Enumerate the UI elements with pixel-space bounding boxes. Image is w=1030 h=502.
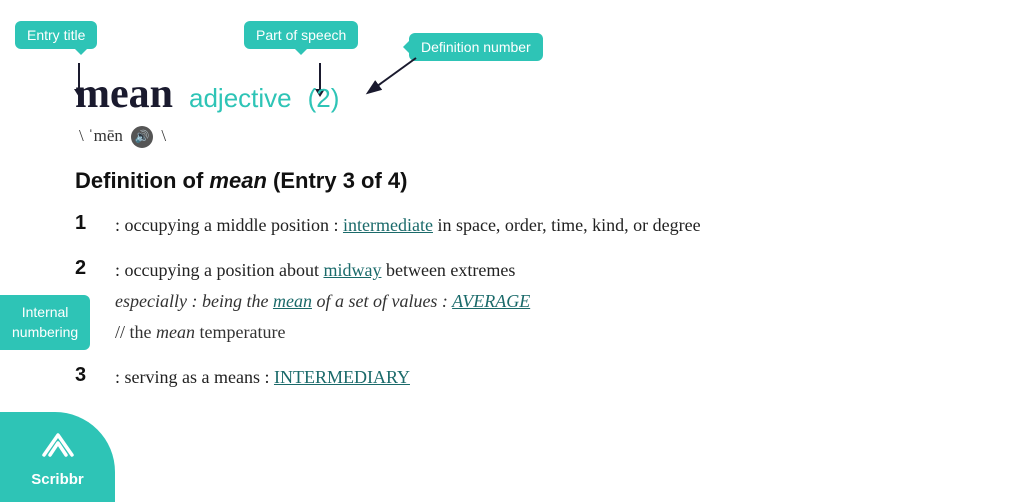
main-content: mean adjective (2) \ ˈmēn \ Definition o…	[75, 70, 1000, 409]
definition-section-title: Definition of mean (Entry 3 of 4)	[75, 168, 1000, 194]
def-content-2: : occupying a position about midway betw…	[115, 257, 530, 346]
link-intermediary[interactable]: INTERMEDIARY	[274, 367, 410, 387]
entry-word: mean	[75, 70, 173, 118]
entry-pos: adjective	[189, 83, 292, 114]
entry-title-tooltip: Entry title	[15, 21, 97, 49]
def-sub-2a: especially : being the mean of a set of …	[115, 288, 530, 315]
def-content-1: : occupying a middle position : intermed…	[115, 212, 701, 239]
link-mean[interactable]: mean	[273, 291, 312, 311]
def-number-1: 1	[75, 212, 95, 235]
definition-number-tooltip: Definition number	[409, 33, 543, 61]
scribbr-logo: Scribbr	[0, 412, 115, 502]
pron-suffix: \	[161, 126, 166, 145]
scribbr-logo-icon	[40, 427, 76, 467]
definitions-list: 1 : occupying a middle position : interm…	[75, 212, 1000, 391]
def-example-2: // the mean temperature	[115, 319, 530, 346]
definition-item-2: 2 : occupying a position about midway be…	[75, 257, 1000, 346]
definition-item-3: 3 : serving as a means : INTERMEDIARY	[75, 364, 1000, 391]
link-intermediate[interactable]: intermediate	[343, 215, 433, 235]
speaker-button[interactable]	[131, 126, 153, 148]
link-average[interactable]: AVERAGE	[452, 291, 530, 311]
def-content-3: : serving as a means : INTERMEDIARY	[115, 364, 410, 391]
definition-item-1: 1 : occupying a middle position : interm…	[75, 212, 1000, 239]
pron-ipa: ˈmēn	[88, 126, 123, 145]
part-of-speech-tooltip: Part of speech	[244, 21, 358, 49]
entry-num: (2)	[308, 83, 340, 114]
entry-header: mean adjective (2)	[75, 70, 1000, 118]
def-number-2: 2	[75, 257, 95, 280]
pron-prefix: \	[79, 126, 84, 145]
link-midway[interactable]: midway	[323, 260, 381, 280]
def-number-3: 3	[75, 364, 95, 387]
pronunciation: \ ˈmēn \	[79, 126, 1000, 148]
scribbr-logo-text: Scribbr	[31, 471, 84, 488]
